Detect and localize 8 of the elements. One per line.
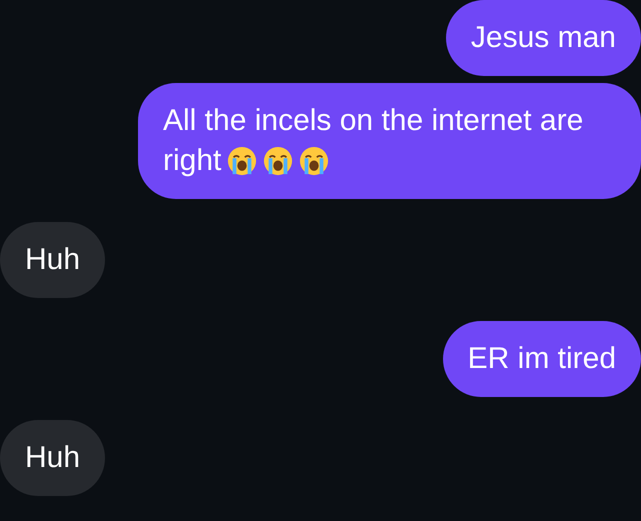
message-bubble: Huh [0,420,106,496]
crying-face-icon [227,146,258,176]
crying-face-icon [263,146,294,176]
crying-face-icon [299,146,330,176]
message-bubble: All the incels on the internet are right [138,83,641,199]
message-bubble: Jesus man [446,0,641,76]
message-bubble: Huh [0,222,106,298]
message-bubble: ER im tired [442,321,641,397]
